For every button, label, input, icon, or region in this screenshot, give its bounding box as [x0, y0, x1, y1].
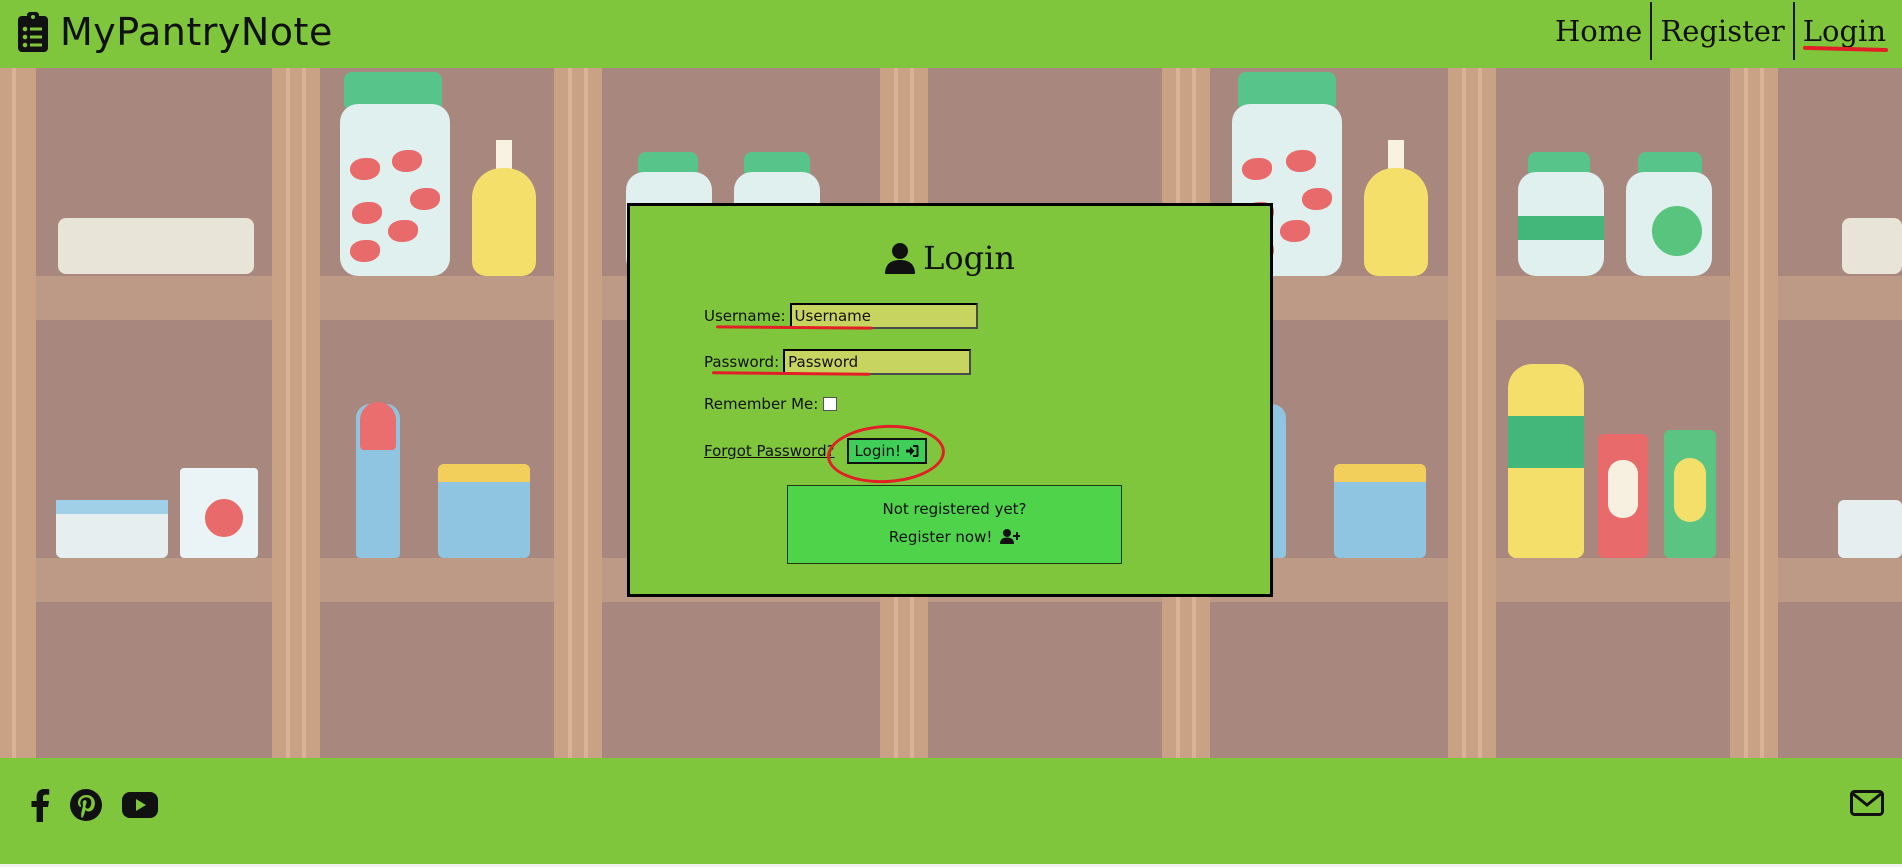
nav-home-link[interactable]: Home	[1547, 2, 1650, 60]
actions-row: Forgot Password? Login!	[704, 438, 928, 464]
password-underline-annotation	[711, 371, 871, 376]
brand[interactable]: MyPantryNote	[18, 8, 333, 56]
remember-label: Remember Me:	[704, 395, 819, 413]
username-input[interactable]	[789, 303, 978, 329]
password-input[interactable]	[783, 349, 972, 375]
login-submit-button[interactable]: Login!	[846, 438, 928, 464]
nav-login-link[interactable]: Login	[1795, 2, 1894, 60]
login-title: Login	[630, 239, 1270, 277]
footer	[0, 758, 1902, 864]
password-label: Password:	[704, 353, 780, 371]
brand-name: MyPantryNote	[60, 10, 333, 54]
social-links	[30, 788, 178, 822]
register-prompt-line1: Not registered yet?	[882, 500, 1027, 518]
navbar: MyPantryNote Home Register Login	[0, 0, 1902, 68]
clipboard-list-icon	[18, 12, 48, 52]
nav-register-link[interactable]: Register	[1652, 2, 1792, 60]
remember-row: Remember Me:	[704, 395, 838, 413]
remember-checkbox[interactable]	[823, 397, 838, 411]
register-now-text: Register now!	[888, 528, 993, 546]
pinterest-icon[interactable]	[70, 789, 102, 821]
login-submit-label: Login!	[854, 442, 902, 460]
sign-in-icon	[906, 445, 919, 457]
login-card: Login Username: Password: Remember Me: F…	[627, 203, 1273, 597]
register-prompt[interactable]: Not registered yet? Register now!	[787, 485, 1122, 564]
user-icon	[885, 243, 916, 274]
youtube-icon[interactable]	[122, 792, 158, 818]
envelope-icon[interactable]	[1850, 790, 1884, 820]
user-plus-icon	[1000, 529, 1022, 544]
register-prompt-line2: Register now!	[788, 523, 1121, 551]
forgot-password-link[interactable]: Forgot Password?	[704, 442, 835, 460]
facebook-icon[interactable]	[30, 788, 50, 822]
username-underline-annotation	[715, 325, 874, 330]
login-title-text: Login	[923, 239, 1015, 277]
main-nav: Home Register Login	[1547, 2, 1894, 60]
username-label: Username:	[704, 307, 786, 325]
